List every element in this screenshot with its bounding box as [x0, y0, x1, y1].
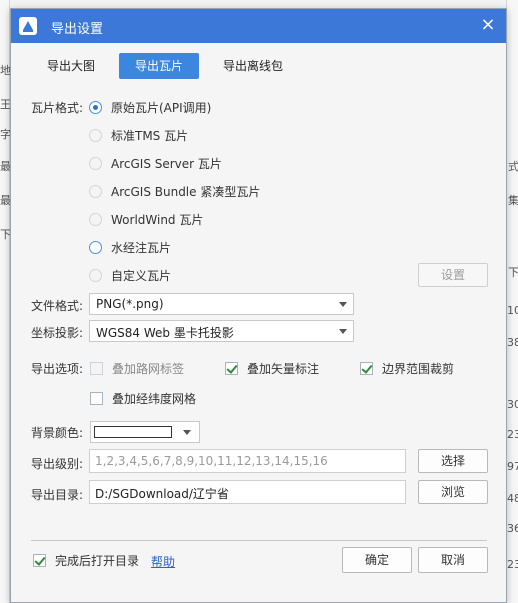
checkbox-latlon-grid[interactable]: 叠加经纬度网格	[90, 389, 196, 407]
checkbox[interactable]	[360, 361, 373, 375]
export-dir-label: 导出目录:	[31, 488, 84, 502]
checkbox-label: 边界范围裁剪	[382, 361, 455, 376]
ok-button[interactable]: 确定	[342, 547, 412, 573]
radio-label: 自定义瓦片	[111, 268, 172, 283]
tab-label: 导出离线包	[222, 59, 283, 73]
tab-export-tiles[interactable]: 导出瓦片	[119, 53, 199, 79]
checkbox-label: 叠加经纬度网格	[112, 391, 197, 406]
tab-label: 导出瓦片	[134, 59, 183, 73]
radio-label: 标准TMS 瓦片	[111, 128, 189, 143]
projection-label: 坐标投影:	[31, 326, 84, 340]
file-format-select[interactable]: PNG(*.png)	[89, 293, 354, 315]
radio-label: 水经注瓦片	[111, 240, 172, 255]
browse-button[interactable]: 浏览	[418, 480, 488, 504]
export-level-label: 导出级别:	[31, 457, 84, 471]
radio-button[interactable]	[89, 212, 102, 226]
help-link[interactable]: 帮助	[151, 553, 175, 570]
dialog-titlebar[interactable]: 导出设置 ×	[11, 9, 506, 43]
app-logo-icon	[19, 17, 37, 35]
export-settings-dialog: 导出设置 × 导出大图 导出瓦片 导出离线包 瓦片格式: 原始瓦片(API调用)…	[10, 8, 507, 603]
bg-right-glyph: 23	[507, 558, 518, 571]
chevron-down-icon	[183, 430, 191, 435]
radio-button[interactable]	[89, 128, 102, 142]
radio-arcgis-bundle-tiles[interactable]: ArcGIS Bundle 紧凑型瓦片	[89, 181, 260, 201]
close-icon: ×	[480, 14, 496, 35]
bg-right-glyph: 38	[507, 336, 518, 349]
checkbox-boundary-clip[interactable]: 边界范围裁剪	[360, 359, 454, 377]
tab-export-offline-package[interactable]: 导出离线包	[207, 53, 299, 79]
radio-arcgis-server-tiles[interactable]: ArcGIS Server 瓦片	[89, 153, 222, 173]
bg-right-glyph: 36	[507, 522, 518, 535]
dialog-title: 导出设置	[51, 22, 104, 37]
chevron-down-icon	[339, 302, 347, 307]
file-format-value: PNG(*.png)	[96, 297, 164, 311]
tile-format-label: 瓦片格式:	[31, 101, 84, 115]
radio-label: ArcGIS Server 瓦片	[111, 156, 222, 171]
footer-divider	[31, 540, 487, 541]
radio-label: ArcGIS Bundle 紧凑型瓦片	[111, 184, 261, 199]
background-left-panel: 地 王 字 最 最 下	[0, 0, 11, 603]
cancel-button[interactable]: 取消	[418, 547, 488, 573]
tab-export-image[interactable]: 导出大图	[31, 53, 111, 79]
tile-settings-button[interactable]: 设置	[418, 263, 488, 287]
export-level-value: 1,2,3,4,5,6,7,8,9,10,11,12,13,14,15,16	[95, 454, 328, 468]
radio-label: 原始瓦片(API调用)	[111, 100, 212, 115]
radio-button[interactable]	[89, 100, 102, 114]
radio-button[interactable]	[89, 156, 102, 170]
file-format-label: 文件格式:	[31, 299, 84, 313]
background-color-label: 背景颜色:	[31, 426, 84, 440]
export-options-label: 导出选项:	[31, 362, 84, 376]
checkbox-open-after-complete[interactable]: 完成后打开目录	[33, 551, 139, 569]
bg-right-glyph: 30	[507, 398, 518, 411]
radio-tms-tiles[interactable]: 标准TMS 瓦片	[89, 125, 188, 145]
checkbox[interactable]	[90, 361, 103, 375]
select-level-button[interactable]: 选择	[418, 449, 488, 473]
radio-label: WorldWind 瓦片	[111, 212, 204, 227]
bg-right-glyph: 下	[508, 266, 518, 279]
export-dir-input[interactable]: D:/SGDownload/辽宁省	[89, 480, 406, 504]
bg-right-glyph: 23	[507, 428, 518, 441]
background-color-picker[interactable]	[90, 421, 200, 443]
radio-custom-tiles[interactable]: 自定义瓦片	[89, 265, 171, 285]
export-dir-value: D:/SGDownload/辽宁省	[95, 487, 229, 501]
checkbox[interactable]	[33, 553, 46, 567]
color-swatch	[94, 426, 172, 438]
bg-right-glyph: 集	[508, 194, 518, 207]
tab-label: 导出大图	[46, 59, 95, 73]
checkbox-label: 完成后打开目录	[55, 553, 140, 568]
checkbox[interactable]	[90, 391, 103, 405]
checkbox-label: 叠加矢量标注	[247, 361, 320, 376]
bg-right-glyph: 97	[507, 460, 518, 473]
checkbox-road-labels[interactable]: 叠加路网标签	[90, 359, 184, 377]
close-button[interactable]: ×	[478, 15, 498, 35]
projection-select[interactable]: WGS84 Web 墨卡托投影	[89, 320, 354, 342]
bg-right-glyph: 48	[507, 492, 518, 505]
chevron-down-icon	[339, 329, 347, 334]
radio-worldwind-tiles[interactable]: WorldWind 瓦片	[89, 209, 203, 229]
projection-value: WGS84 Web 墨卡托投影	[96, 326, 234, 340]
background-right-panel: 式 集 下 10 38 30 23 97 48 36 23	[506, 0, 518, 603]
radio-button[interactable]	[89, 184, 102, 198]
bg-right-glyph: 式	[508, 160, 518, 173]
checkbox[interactable]	[225, 361, 238, 375]
radio-button[interactable]	[89, 240, 102, 254]
radio-original-tiles[interactable]: 原始瓦片(API调用)	[89, 97, 211, 117]
radio-button[interactable]	[89, 268, 102, 282]
checkbox-label: 叠加路网标签	[112, 361, 185, 376]
export-level-input[interactable]: 1,2,3,4,5,6,7,8,9,10,11,12,13,14,15,16	[89, 449, 406, 473]
radio-shuijingzhu-tiles[interactable]: 水经注瓦片	[89, 237, 171, 257]
bg-right-glyph: 10	[507, 304, 518, 317]
checkbox-vector-labels[interactable]: 叠加矢量标注	[225, 359, 319, 377]
